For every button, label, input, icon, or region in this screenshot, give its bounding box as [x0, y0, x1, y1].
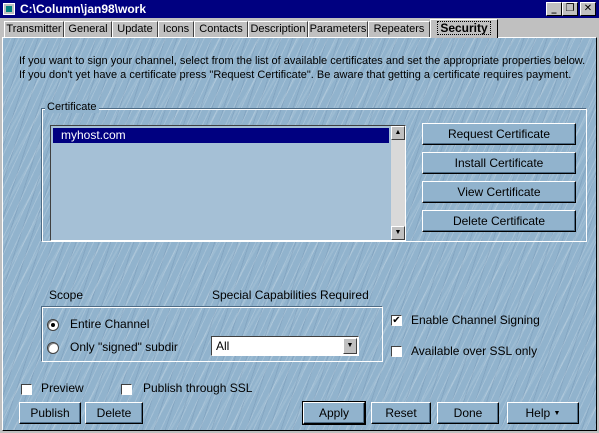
- request-certificate-button[interactable]: Request Certificate: [422, 123, 576, 145]
- tab-security[interactable]: Security: [430, 19, 498, 38]
- close-button[interactable]: ✕: [580, 2, 596, 16]
- scroll-up-icon[interactable]: ▲: [391, 126, 405, 140]
- publish-button[interactable]: Publish: [19, 402, 81, 424]
- scroll-down-icon[interactable]: ▼: [391, 226, 405, 240]
- tab-parameters[interactable]: Parameters: [308, 21, 368, 37]
- tab-security-label: Security: [437, 21, 491, 35]
- preview-label[interactable]: Preview: [41, 381, 84, 395]
- ssl-only-label[interactable]: Available over SSL only: [411, 344, 537, 358]
- tab-repeaters[interactable]: Repeaters: [368, 21, 430, 37]
- tab-icons[interactable]: Icons: [158, 21, 194, 37]
- publish-ssl-label[interactable]: Publish through SSL: [143, 381, 252, 395]
- security-panel: If you want to sign your channel, select…: [2, 37, 597, 431]
- only-signed-subdir-label[interactable]: Only "signed" subdir: [70, 340, 178, 354]
- tab-description[interactable]: Description: [248, 21, 308, 37]
- app-icon[interactable]: [3, 3, 15, 15]
- view-certificate-button[interactable]: View Certificate: [422, 181, 576, 203]
- tab-general[interactable]: General: [64, 21, 112, 37]
- help-dropdown-icon: ▼: [553, 409, 561, 417]
- dropdown-arrow-icon[interactable]: ▼: [343, 338, 357, 354]
- entire-channel-radio[interactable]: [47, 319, 59, 331]
- scope-label: Scope: [49, 288, 84, 302]
- tab-strip: Transmitter General Update Icons Contact…: [2, 19, 597, 38]
- help-label: Help: [525, 406, 551, 420]
- preview-checkbox[interactable]: [21, 384, 32, 395]
- reset-button[interactable]: Reset: [371, 402, 431, 424]
- subdir-select[interactable]: All ▼: [211, 336, 359, 356]
- only-signed-subdir-radio[interactable]: [47, 342, 59, 354]
- delete-button[interactable]: Delete: [85, 402, 143, 424]
- certificate-list-scrollbar[interactable]: ▲ ▼: [391, 126, 405, 240]
- window-title: C:\Column\jan98\work: [20, 2, 147, 16]
- help-button[interactable]: Help ▼: [507, 402, 579, 424]
- minimize-button[interactable]: _: [546, 2, 562, 16]
- enable-channel-signing-label[interactable]: Enable Channel Signing: [411, 313, 540, 327]
- publish-ssl-checkbox[interactable]: [121, 384, 132, 395]
- certificate-list-item[interactable]: myhost.com: [53, 128, 389, 143]
- entire-channel-label[interactable]: Entire Channel: [70, 317, 149, 331]
- main-window: C:\Column\jan98\work _ ❐ ✕ Transmitter G…: [0, 0, 599, 433]
- title-bar[interactable]: C:\Column\jan98\work _ ❐ ✕: [0, 0, 599, 18]
- intro-text: If you want to sign your channel, select…: [19, 55, 586, 81]
- subdir-select-value: All: [216, 339, 230, 353]
- special-capabilities-label: Special Capabilities Required: [212, 288, 369, 302]
- enable-channel-signing-checkbox[interactable]: ✔: [391, 315, 402, 326]
- certificate-group-label: Certificate: [45, 101, 99, 113]
- install-certificate-button[interactable]: Install Certificate: [422, 152, 576, 174]
- apply-button[interactable]: Apply: [302, 401, 366, 425]
- ssl-only-checkbox[interactable]: [391, 346, 402, 357]
- maximize-button[interactable]: ❐: [562, 2, 578, 16]
- radio-selected-dot: [51, 323, 55, 327]
- tab-transmitter[interactable]: Transmitter: [4, 21, 64, 37]
- tab-contacts[interactable]: Contacts: [194, 21, 248, 37]
- certificate-list[interactable]: myhost.com ▲ ▼: [50, 125, 406, 241]
- certificate-group: myhost.com ▲ ▼ Request Certificate Insta…: [41, 108, 587, 242]
- tab-update[interactable]: Update: [112, 21, 158, 37]
- delete-certificate-button[interactable]: Delete Certificate: [422, 210, 576, 232]
- done-button[interactable]: Done: [437, 402, 499, 424]
